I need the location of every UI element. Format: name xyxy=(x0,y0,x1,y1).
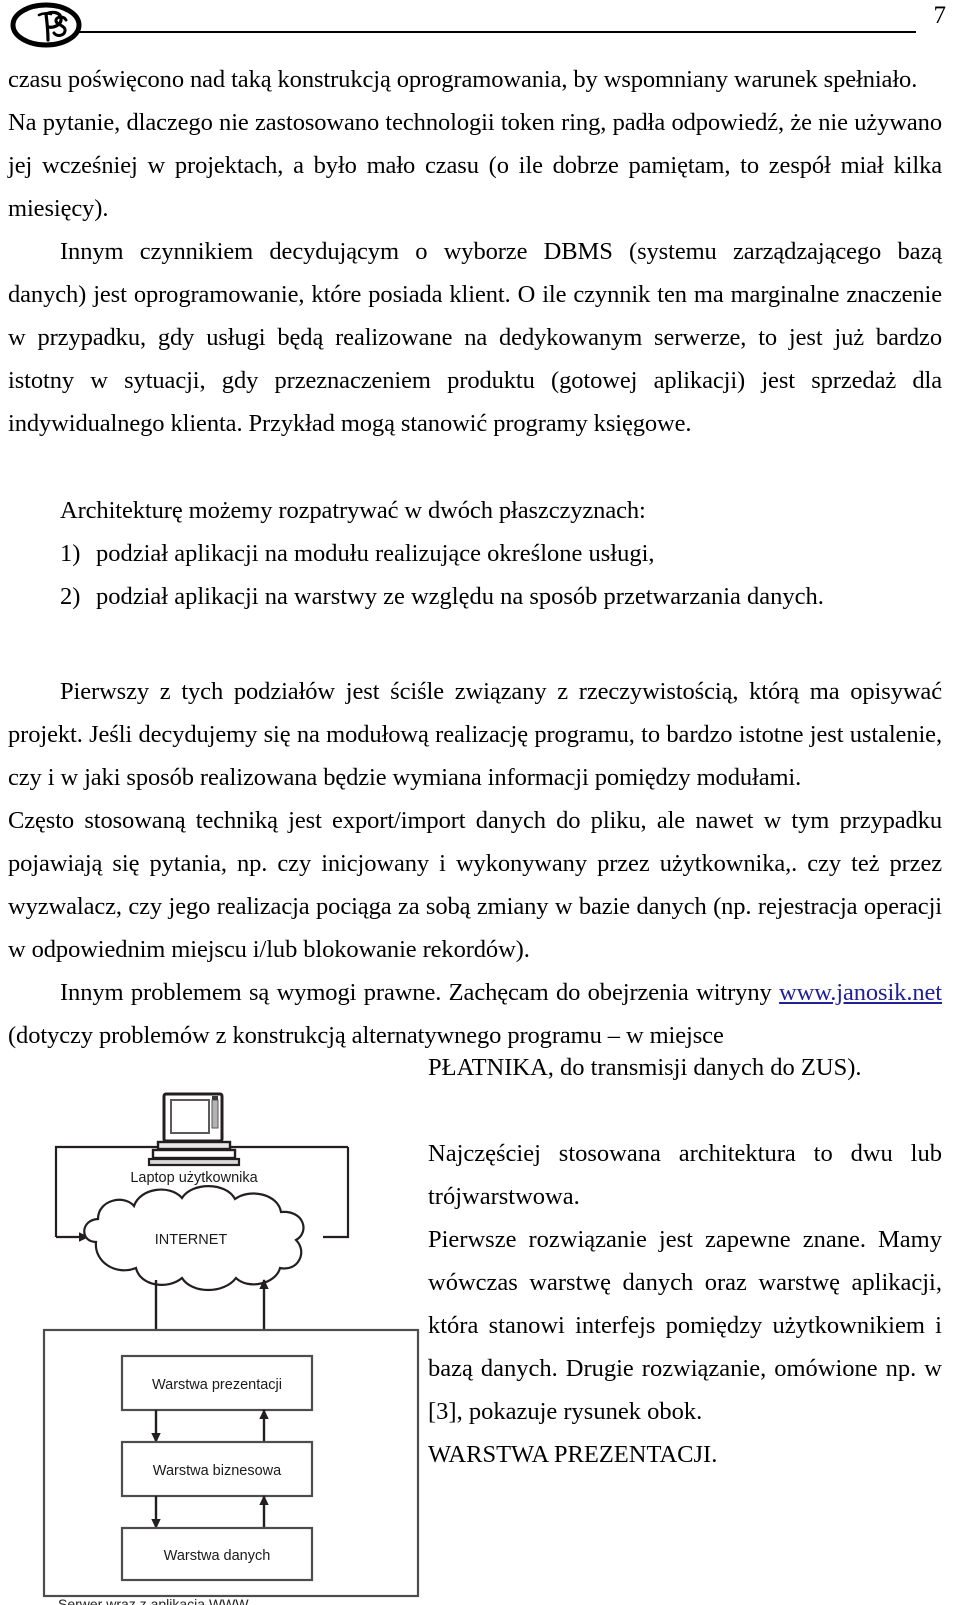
page-header: 7 xyxy=(0,0,960,56)
layer-label-presentation: Warstwa prezentacji xyxy=(152,1377,282,1393)
right-paragraph-4: WARSTWA PREZENTACJI. xyxy=(428,1441,718,1468)
list-item: 2) podział aplikacji na warstwy ze wzglę… xyxy=(60,575,942,618)
paragraph-with-link: Innym problemem są wymogi prawne. Zachęc… xyxy=(8,971,942,1057)
server-label: Serwer wraz z aplikacją WWW xyxy=(58,1596,249,1605)
laptop-label: Laptop użytkownika xyxy=(130,1170,258,1186)
paragraph-5: Często stosowaną techniką jest export/im… xyxy=(8,807,942,963)
link-paragraph-tail: (dotyczy problemów z konstrukcją alterna… xyxy=(8,1022,724,1049)
list-item: 1) podział aplikacji na modułu realizują… xyxy=(60,532,942,575)
list-item-label: podział aplikacji na warstwy ze względu … xyxy=(96,583,824,610)
three-tier-architecture-diagram: Laptop użytkownika INTERNET Warstwa prez… xyxy=(36,1064,426,1605)
list-item-number: 1) xyxy=(60,540,81,567)
architecture-intro: Architekturę możemy rozpatrywać w dwóch … xyxy=(60,497,646,524)
paragraph-2: Na pytanie, dlaczego nie zastosowano tec… xyxy=(8,109,942,222)
layer-label-data: Warstwa danych xyxy=(164,1548,271,1564)
list-item-number: 2) xyxy=(60,583,81,610)
paragraph-1: czasu poświęcono nad taką konstrukcją op… xyxy=(8,66,918,93)
paragraph-3: Innym czynnikiem decydującym o wyborze D… xyxy=(8,238,942,437)
layer-label-business: Warstwa biznesowa xyxy=(153,1463,282,1479)
right-text-column: PŁATNIKA, do transmisji danych do ZUS). … xyxy=(428,1046,942,1476)
header-divider-rule xyxy=(76,31,916,33)
janosik-link[interactable]: www.janosik.net xyxy=(779,979,942,1006)
paragraph-4: Pierwszy z tych podziałów jest ściśle zw… xyxy=(8,678,942,791)
right-paragraph-2: Najczęściej stosowana architektura to dw… xyxy=(428,1140,942,1210)
laptop-icon xyxy=(147,1092,241,1167)
lower-section: PŁATNIKA, do transmisji danych do ZUS). … xyxy=(0,1046,960,1605)
cloud-label: INTERNET xyxy=(155,1232,228,1248)
right-paragraph-1: PŁATNIKA, do transmisji danych do ZUS). xyxy=(428,1054,862,1081)
link-paragraph-lead: Innym problemem są wymogi prawne. Zachęc… xyxy=(60,979,780,1006)
document-body: czasu poświęcono nad taką konstrukcją op… xyxy=(8,58,942,1057)
ps-monogram-logo-icon xyxy=(10,2,82,48)
right-paragraph-3: Pierwsze rozwiązanie jest zapewne znane.… xyxy=(428,1226,942,1425)
page-number: 7 xyxy=(933,2,947,29)
list-item-label: podział aplikacji na modułu realizujące … xyxy=(96,540,655,567)
